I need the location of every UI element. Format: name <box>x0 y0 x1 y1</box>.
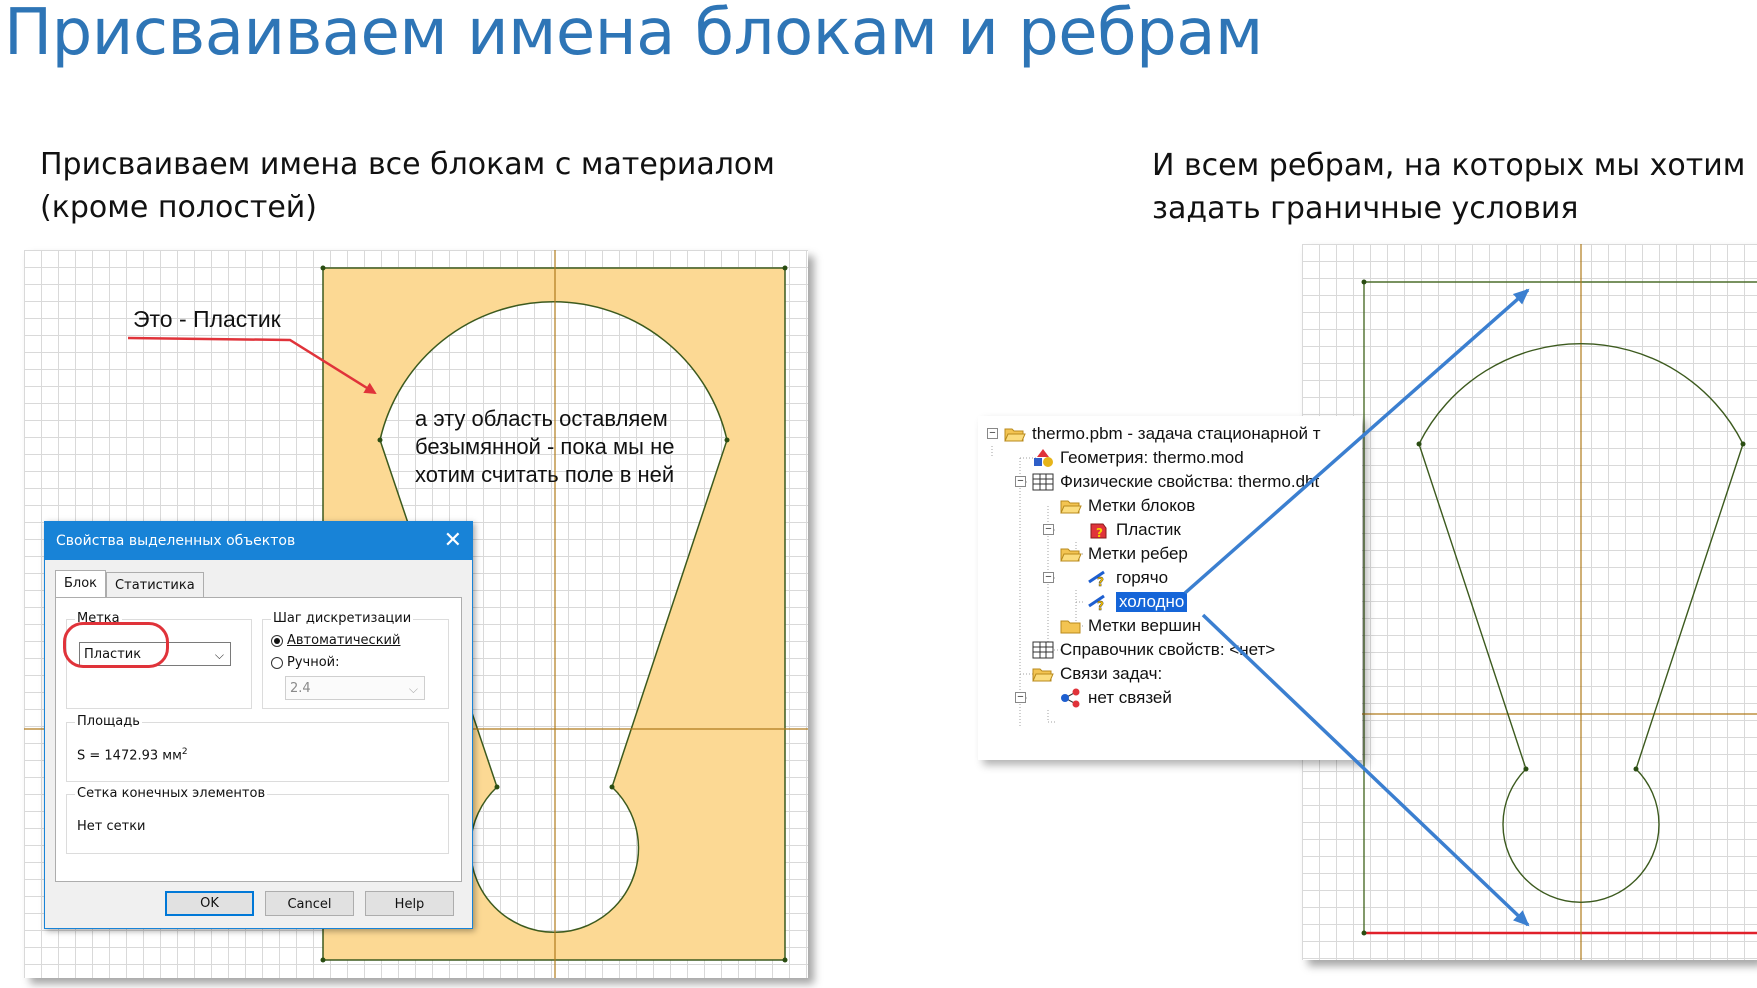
tree-item-hot-label: горячо <box>1116 568 1169 587</box>
area-unit-sup: 2 <box>181 747 188 757</box>
open-folder-icon <box>1032 664 1054 684</box>
collapse-icon[interactable]: − <box>1043 572 1054 583</box>
mesh-group: Сетка конечных элементов Нет сетки <box>66 786 449 854</box>
radio-manual[interactable] <box>271 656 283 669</box>
collapse-icon[interactable]: − <box>1015 476 1026 487</box>
area-value-text: S = 1472.93 мм <box>77 748 182 764</box>
mesh-group-title: Сетка конечных элементов <box>75 786 268 801</box>
radio-manual-row[interactable]: Ручной: <box>271 655 340 670</box>
caption-right-line2: задать граничные условия <box>1152 191 1579 226</box>
dialog-titlebar[interactable]: Свойства выделенных объектов ✕ <box>45 522 472 560</box>
chevron-down-icon: ⌵ <box>408 682 418 696</box>
tree-item-block-labels[interactable]: Метки блоков <box>1060 494 1195 518</box>
tree-item-reference-label: Справочник свойств: <нет> <box>1060 640 1276 659</box>
tree-item-cold-label: холодно <box>1114 591 1189 613</box>
right-geometry <box>1344 244 1757 960</box>
caption-left-line2: (кроме полостей) <box>40 190 317 225</box>
annotation-line: а эту область оставляем <box>415 406 668 431</box>
ok-button[interactable]: OK <box>165 891 254 916</box>
chevron-down-icon[interactable]: ⌵ <box>215 643 224 667</box>
cavity-annotation: а эту область оставляем безымянной - пок… <box>415 405 674 489</box>
block-label-icon: ? <box>1088 520 1110 540</box>
step-combobox: 2.4 ⌵ <box>285 676 425 700</box>
open-folder-icon <box>1060 496 1082 516</box>
tree-item-geometry-label: Геометрия: thermo.mod <box>1060 448 1244 467</box>
right-cad-view[interactable] <box>1302 244 1757 960</box>
help-button[interactable]: Help <box>365 891 454 916</box>
area-group-title: Площадь <box>75 714 142 729</box>
caption-right: И всем ребрам, на которых мы хотим задат… <box>1152 144 1752 230</box>
folder-icon <box>1060 616 1082 636</box>
svg-text:?: ? <box>1097 599 1104 612</box>
caption-left: Присваиваем имена все блокам с материало… <box>40 143 800 229</box>
tab-block[interactable]: Блок <box>55 570 107 598</box>
tree-item-edge-labels-label: Метки ребер <box>1088 544 1188 563</box>
dialog-title: Свойства выделенных объектов <box>56 533 296 549</box>
radio-auto[interactable] <box>271 634 283 647</box>
tree-item-reference[interactable]: Справочник свойств: <нет> <box>1032 638 1275 662</box>
cancel-button[interactable]: Cancel <box>265 891 354 916</box>
tree-item-vertex-labels[interactable]: Метки вершин <box>1060 614 1201 638</box>
table-icon <box>1032 472 1054 492</box>
table-icon <box>1032 640 1054 660</box>
tree-item-plastic[interactable]: ? Пластик <box>1088 518 1181 542</box>
collapse-icon[interactable]: − <box>1043 524 1054 535</box>
collapse-icon[interactable]: − <box>1015 692 1026 703</box>
step-group-title: Шаг дискретизации <box>271 611 414 626</box>
tree-item-physics-label: Физические свойства: thermo.dht <box>1060 472 1320 491</box>
tree-item-plastic-label: Пластик <box>1116 520 1181 539</box>
annotation-line: хотим считать поле в ней <box>415 462 675 487</box>
plastic-label: Это - Пластик <box>133 306 281 332</box>
svg-text:?: ? <box>1097 575 1104 588</box>
area-value: S = 1472.93 мм2 <box>77 747 188 763</box>
tab-statistics[interactable]: Статистика <box>106 572 204 600</box>
radio-manual-label: Ручной: <box>287 655 340 670</box>
properties-dialog: Свойства выделенных объектов ✕ Блок Стат… <box>44 521 473 929</box>
open-folder-icon <box>1004 424 1026 444</box>
svg-text:?: ? <box>1096 526 1103 540</box>
caption-right-line1: И всем ребрам, на которых мы хотим <box>1152 148 1746 183</box>
tree-item-links-label: Связи задач: <box>1060 664 1163 683</box>
area-group: Площадь S = 1472.93 мм2 <box>66 714 449 782</box>
edge-label-icon: ? <box>1088 592 1110 612</box>
tree-item-block-labels-label: Метки блоков <box>1088 496 1196 515</box>
label-highlight-oval <box>63 622 169 668</box>
tree-item-links[interactable]: Связи задач: <box>1032 662 1162 686</box>
tree-item-hot[interactable]: ? горячо <box>1088 566 1168 590</box>
mesh-value: Нет сетки <box>77 819 146 834</box>
open-folder-icon <box>1060 544 1082 564</box>
tree-item-root[interactable]: thermo.pbm - задача стационарной т <box>1004 422 1320 446</box>
caption-left-line1: Присваиваем имена все блокам с материало… <box>40 147 775 182</box>
tree-item-no-links-label: нет связей <box>1088 688 1172 707</box>
shapes-icon <box>1032 448 1054 468</box>
dialog-tabs: Блок Статистика <box>55 570 204 600</box>
tree-item-edge-labels[interactable]: Метки ребер <box>1060 542 1188 566</box>
link-icon <box>1060 688 1082 708</box>
step-combobox-value: 2.4 <box>290 681 311 696</box>
problem-tree: − − − − − thermo.pbm - задача стационарн… <box>978 416 1362 760</box>
tree-item-cold[interactable]: ? холодно <box>1088 590 1189 614</box>
tree-item-vertex-labels-label: Метки вершин <box>1088 616 1201 635</box>
edge-label-icon: ? <box>1088 568 1110 588</box>
tree-item-physics[interactable]: Физические свойства: thermo.dht <box>1032 470 1319 494</box>
tree-item-geometry[interactable]: Геометрия: thermo.mod <box>1032 446 1244 470</box>
radio-auto-label: Автоматический <box>287 633 401 648</box>
tree-item-root-label: thermo.pbm - задача стационарной т <box>1032 424 1321 443</box>
close-icon[interactable]: ✕ <box>444 528 462 553</box>
annotation-line: безымянной - пока мы не <box>415 434 675 459</box>
tree-item-no-links[interactable]: нет связей <box>1060 686 1172 710</box>
step-group: Шаг дискретизации Автоматический Ручной:… <box>262 611 449 709</box>
slide-title: Присваиваем имена блокам и ребрам <box>4 0 1263 70</box>
radio-auto-row[interactable]: Автоматический <box>271 633 400 648</box>
collapse-icon[interactable]: − <box>987 428 998 439</box>
